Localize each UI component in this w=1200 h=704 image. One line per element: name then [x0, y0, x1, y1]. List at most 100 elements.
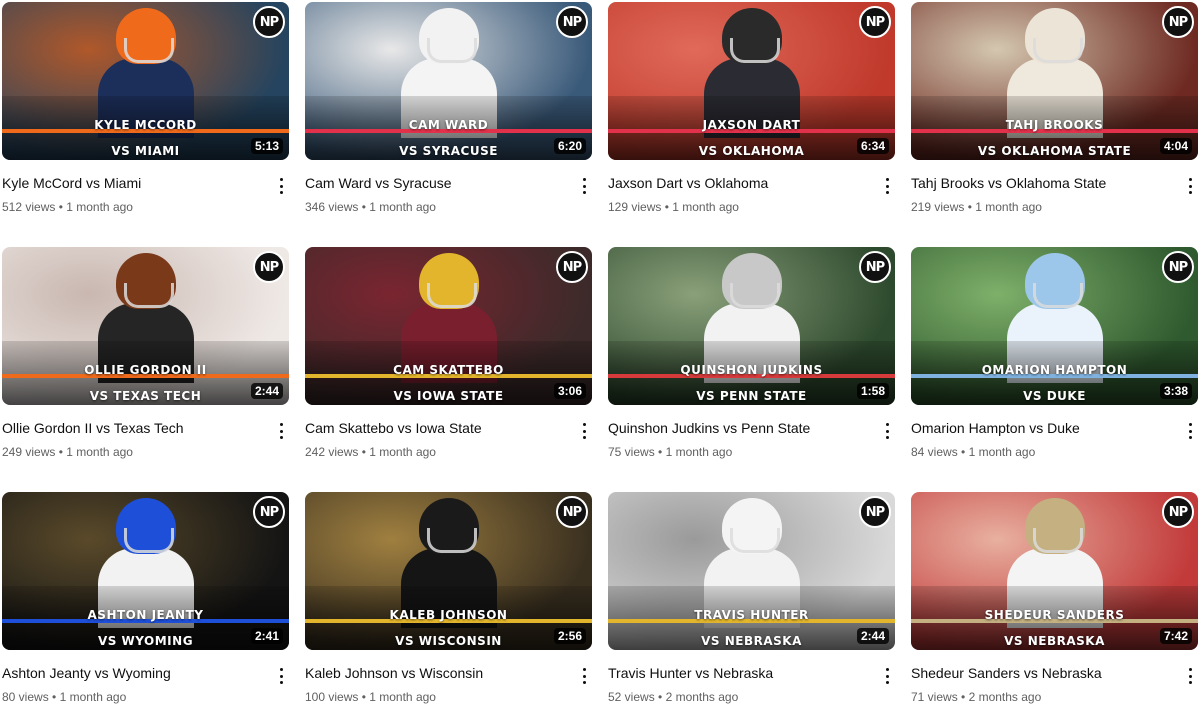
more-options-icon[interactable] [273, 666, 289, 686]
view-count: 84 views [911, 445, 958, 459]
more-options-icon[interactable] [1182, 176, 1198, 196]
thumbnail-player-name: OMARION HAMPTON [981, 363, 1128, 377]
video-card[interactable]: OMARION HAMPTON VS DUKE NP 3:38 Omarion … [911, 247, 1198, 459]
view-count: 512 views [2, 200, 56, 214]
video-card[interactable]: TAHJ BROOKS VS OKLAHOMA STATE NP 4:04 Ta… [911, 2, 1198, 214]
channel-logo-icon: NP [859, 251, 891, 283]
video-meta: Kaleb Johnson vs Wisconsin 100 views • 1… [305, 650, 592, 704]
thumbnail-opponent: VS WISCONSIN [395, 634, 502, 648]
video-meta: Quinshon Judkins vs Penn State 75 views … [608, 405, 895, 459]
video-card[interactable]: TRAVIS HUNTER VS NEBRASKA NP 2:44 Travis… [608, 492, 895, 704]
video-title[interactable]: Ollie Gordon II vs Texas Tech [2, 420, 184, 436]
video-duration: 3:38 [1159, 383, 1192, 399]
upload-age: 1 month ago [369, 445, 436, 459]
video-stats: 249 views • 1 month ago [2, 445, 133, 459]
video-stats: 219 views • 1 month ago [911, 200, 1042, 214]
video-title[interactable]: Kaleb Johnson vs Wisconsin [305, 665, 483, 681]
video-thumbnail[interactable]: KYLE MCCORD VS MIAMI NP 5:13 [2, 2, 289, 160]
upload-age: 1 month ago [369, 200, 436, 214]
video-card[interactable]: CAM SKATTEBO VS IOWA STATE NP 3:06 Cam S… [305, 247, 592, 459]
thumbnail-player-name: QUINSHON JUDKINS [680, 363, 823, 377]
video-title[interactable]: Cam Skattebo vs Iowa State [305, 420, 482, 436]
thumbnail-opponent: VS IOWA STATE [393, 389, 504, 403]
thumbnail-player-name: TAHJ BROOKS [1005, 118, 1104, 132]
video-stats: 512 views • 1 month ago [2, 200, 133, 214]
channel-logo-icon: NP [1162, 496, 1194, 528]
video-meta: Omarion Hampton vs Duke 84 views • 1 mon… [911, 405, 1198, 459]
video-meta: Kyle McCord vs Miami 512 views • 1 month… [2, 160, 289, 214]
thumbnail-player-name: OLLIE GORDON II [84, 363, 207, 377]
video-title[interactable]: Ashton Jeanty vs Wyoming [2, 665, 171, 681]
view-count: 242 views [305, 445, 359, 459]
stats-separator: • [654, 445, 666, 459]
video-title[interactable]: Cam Ward vs Syracuse [305, 175, 452, 191]
video-duration: 6:34 [856, 138, 889, 154]
thumbnail-opponent: VS NEBRASKA [701, 634, 802, 648]
view-count: 219 views [911, 200, 965, 214]
stats-separator: • [957, 445, 969, 459]
upload-age: 1 month ago [968, 445, 1036, 459]
video-grid: KYLE MCCORD VS MIAMI NP 5:13 Kyle McCord… [0, 0, 1200, 704]
thumbnail-player-name: CAM WARD [408, 118, 489, 132]
video-title[interactable]: Shedeur Sanders vs Nebraska [911, 665, 1102, 681]
video-duration: 5:13 [250, 138, 283, 154]
video-card[interactable]: ASHTON JEANTY VS WYOMING NP 2:41 Ashton … [2, 492, 289, 704]
video-card[interactable]: OLLIE GORDON II VS TEXAS TECH NP 2:44 Ol… [2, 247, 289, 459]
video-duration: 2:44 [250, 383, 283, 399]
stats-separator: • [964, 200, 976, 214]
more-options-icon[interactable] [273, 421, 289, 441]
view-count: 249 views [2, 445, 56, 459]
video-thumbnail[interactable]: KALEB JOHNSON VS WISCONSIN NP 2:56 [305, 492, 592, 650]
video-card[interactable]: JAXSON DART VS OKLAHOMA NP 6:34 Jaxson D… [608, 2, 895, 214]
more-options-icon[interactable] [879, 421, 895, 441]
more-options-icon[interactable] [879, 666, 895, 686]
view-count: 129 views [608, 200, 662, 214]
video-thumbnail[interactable]: CAM SKATTEBO VS IOWA STATE NP 3:06 [305, 247, 592, 405]
channel-logo-icon: NP [1162, 6, 1194, 38]
stats-separator: • [358, 200, 370, 214]
video-duration: 2:41 [250, 628, 283, 644]
stats-separator: • [55, 445, 67, 459]
video-thumbnail[interactable]: JAXSON DART VS OKLAHOMA NP 6:34 [608, 2, 895, 160]
video-title[interactable]: Kyle McCord vs Miami [2, 175, 141, 191]
video-card[interactable]: KALEB JOHNSON VS WISCONSIN NP 2:56 Kaleb… [305, 492, 592, 704]
thumbnail-player-name: ASHTON JEANTY [87, 608, 204, 622]
more-options-icon[interactable] [576, 421, 592, 441]
more-options-icon[interactable] [1182, 421, 1198, 441]
video-card[interactable]: CAM WARD VS SYRACUSE NP 6:20 Cam Ward vs… [305, 2, 592, 214]
more-options-icon[interactable] [273, 176, 289, 196]
video-card[interactable]: KYLE MCCORD VS MIAMI NP 5:13 Kyle McCord… [2, 2, 289, 214]
video-thumbnail[interactable]: TAHJ BROOKS VS OKLAHOMA STATE NP 4:04 [911, 2, 1198, 160]
video-stats: 84 views • 1 month ago [911, 445, 1035, 459]
channel-logo-icon: NP [556, 6, 588, 38]
more-options-icon[interactable] [576, 176, 592, 196]
video-title[interactable]: Quinshon Judkins vs Penn State [608, 420, 810, 436]
video-thumbnail[interactable]: TRAVIS HUNTER VS NEBRASKA NP 2:44 [608, 492, 895, 650]
video-meta: Cam Ward vs Syracuse 346 views • 1 month… [305, 160, 592, 214]
video-title[interactable]: Jaxson Dart vs Oklahoma [608, 175, 768, 191]
more-options-icon[interactable] [1182, 666, 1198, 686]
channel-logo-icon: NP [253, 496, 285, 528]
video-thumbnail[interactable]: OMARION HAMPTON VS DUKE NP 3:38 [911, 247, 1198, 405]
thumbnail-opponent: VS OKLAHOMA [698, 144, 805, 158]
video-thumbnail[interactable]: QUINSHON JUDKINS VS PENN STATE NP 1:58 [608, 247, 895, 405]
video-meta: Shedeur Sanders vs Nebraska 71 views • 2… [911, 650, 1198, 704]
more-options-icon[interactable] [576, 666, 592, 686]
video-thumbnail[interactable]: OLLIE GORDON II VS TEXAS TECH NP 2:44 [2, 247, 289, 405]
video-title[interactable]: Tahj Brooks vs Oklahoma State [911, 175, 1106, 191]
stats-separator: • [358, 445, 370, 459]
thumbnail-opponent: VS SYRACUSE [399, 144, 498, 158]
thumbnail-opponent: VS PENN STATE [696, 389, 807, 403]
video-thumbnail[interactable]: CAM WARD VS SYRACUSE NP 6:20 [305, 2, 592, 160]
video-thumbnail[interactable]: ASHTON JEANTY VS WYOMING NP 2:41 [2, 492, 289, 650]
video-card[interactable]: QUINSHON JUDKINS VS PENN STATE NP 1:58 Q… [608, 247, 895, 459]
thumbnail-player-name: TRAVIS HUNTER [694, 608, 809, 622]
video-title[interactable]: Travis Hunter vs Nebraska [608, 665, 773, 681]
video-duration: 3:06 [553, 383, 586, 399]
video-thumbnail[interactable]: SHEDEUR SANDERS VS NEBRASKA NP 7:42 [911, 492, 1198, 650]
video-title[interactable]: Omarion Hampton vs Duke [911, 420, 1080, 436]
video-duration: 2:44 [856, 628, 889, 644]
video-stats: 75 views • 1 month ago [608, 445, 732, 459]
more-options-icon[interactable] [879, 176, 895, 196]
video-card[interactable]: SHEDEUR SANDERS VS NEBRASKA NP 7:42 Shed… [911, 492, 1198, 704]
